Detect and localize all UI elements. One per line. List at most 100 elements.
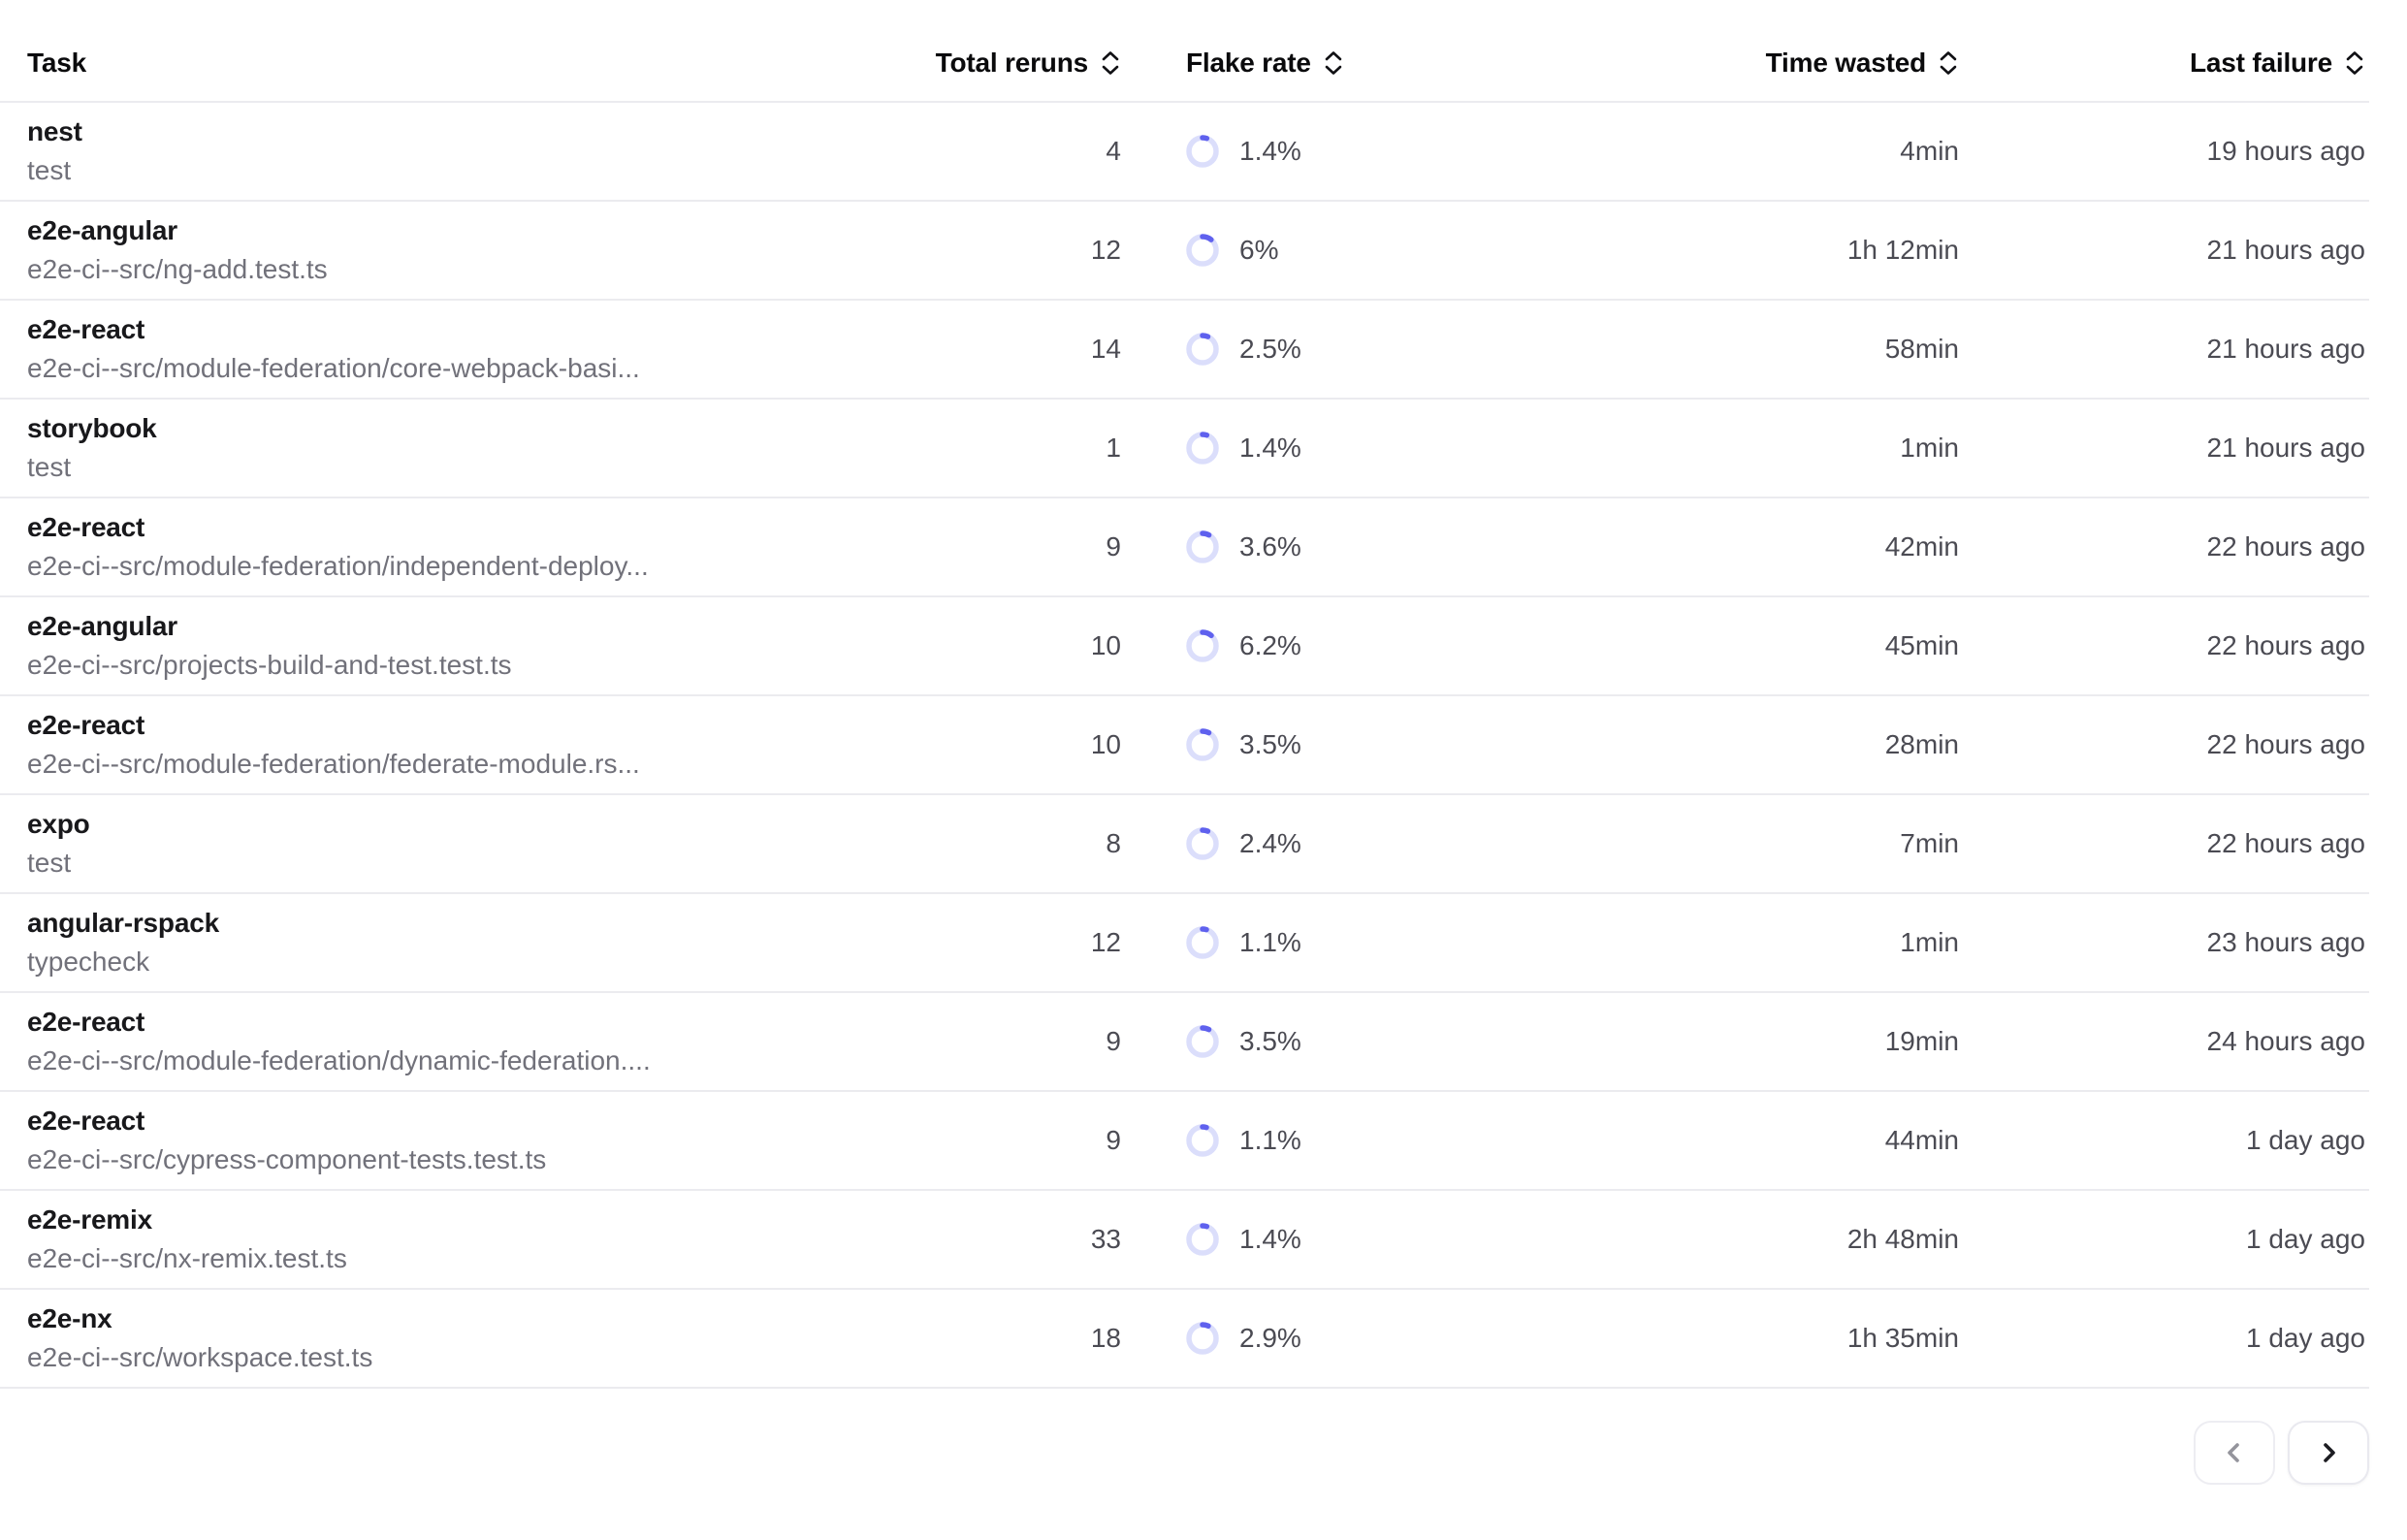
flake-rate-donut-icon — [1186, 432, 1219, 465]
last-failure-cell: 22 hours ago — [1959, 828, 2369, 859]
task-detail: e2e-ci--src/module-federation/independen… — [27, 547, 929, 586]
task-name: storybook — [27, 409, 966, 448]
last-failure-cell: 24 hours ago — [1959, 1026, 2369, 1057]
flake-rate-donut-icon — [1186, 1124, 1219, 1157]
time-wasted-cell: 1h 35min — [1559, 1323, 1959, 1354]
flake-rate-value: 6.2% — [1239, 630, 1301, 661]
time-wasted-cell: 1min — [1559, 927, 1959, 958]
total-reruns-cell: 33 — [966, 1224, 1121, 1255]
total-reruns-value: 9 — [1106, 531, 1121, 561]
total-reruns-cell: 10 — [966, 630, 1121, 661]
time-wasted-cell: 19min — [1559, 1026, 1959, 1057]
flake-rate-value: 3.6% — [1239, 531, 1301, 562]
chevron-left-icon — [2220, 1438, 2249, 1467]
total-reruns-cell: 12 — [966, 927, 1121, 958]
flake-rate-cell: 6.2% — [1121, 629, 1559, 662]
table-row[interactable]: e2e-angular e2e-ci--src/ng-add.test.ts 1… — [0, 202, 2369, 301]
last-failure-value: 23 hours ago — [2207, 927, 2365, 957]
task-name: e2e-angular — [27, 607, 966, 646]
task-name: e2e-react — [27, 706, 966, 745]
table-row[interactable]: e2e-angular e2e-ci--src/projects-build-a… — [0, 597, 2369, 696]
last-failure-value: 1 day ago — [2246, 1323, 2365, 1353]
table-row[interactable]: storybook test 1 1.4% 1min 21 hours ago — [0, 400, 2369, 498]
table-row[interactable]: expo test 8 2.4% 7min 22 hours ago — [0, 795, 2369, 894]
time-wasted-cell: 1h 12min — [1559, 235, 1959, 266]
flake-rate-cell: 1.1% — [1121, 926, 1559, 959]
table-row[interactable]: e2e-react e2e-ci--src/cypress-component-… — [0, 1092, 2369, 1191]
time-wasted-value: 2h 48min — [1847, 1224, 1959, 1254]
task-detail: typecheck — [27, 943, 929, 981]
time-wasted-cell: 2h 48min — [1559, 1224, 1959, 1255]
time-wasted-cell: 45min — [1559, 630, 1959, 661]
flake-rate-donut-icon — [1186, 333, 1219, 366]
time-wasted-value: 58min — [1885, 334, 1959, 364]
table-row[interactable]: e2e-nx e2e-ci--src/workspace.test.ts 18 … — [0, 1290, 2369, 1389]
flake-rate-value: 2.5% — [1239, 334, 1301, 365]
last-failure-cell: 22 hours ago — [1959, 531, 2369, 562]
table-row[interactable]: angular-rspack typecheck 12 1.1% 1min 23… — [0, 894, 2369, 993]
total-reruns-cell: 12 — [966, 235, 1121, 266]
flake-rate-donut-icon — [1186, 1322, 1219, 1355]
flake-rate-value: 6% — [1239, 235, 1278, 266]
flake-rate-cell: 2.4% — [1121, 827, 1559, 860]
flake-rate-donut-icon — [1186, 135, 1219, 168]
flake-rate-cell: 1.1% — [1121, 1124, 1559, 1157]
column-header-flake_rate[interactable]: Flake rate — [1121, 48, 1559, 79]
last-failure-value: 21 hours ago — [2207, 235, 2365, 265]
table-row[interactable]: e2e-react e2e-ci--src/module-federation/… — [0, 696, 2369, 795]
time-wasted-cell: 42min — [1559, 531, 1959, 562]
task-name: e2e-react — [27, 508, 966, 547]
column-header-label: Total reruns — [936, 48, 1088, 79]
total-reruns-value: 12 — [1091, 927, 1121, 957]
column-header-total_reruns[interactable]: Total reruns — [966, 48, 1121, 79]
last-failure-value: 22 hours ago — [2207, 828, 2365, 858]
next-page-button[interactable] — [2288, 1421, 2369, 1485]
time-wasted-cell: 1min — [1559, 433, 1959, 464]
flake-rate-donut-icon — [1186, 1223, 1219, 1256]
time-wasted-value: 1h 35min — [1847, 1323, 1959, 1353]
last-failure-cell: 21 hours ago — [1959, 334, 2369, 365]
time-wasted-value: 42min — [1885, 531, 1959, 561]
sort-chevrons-icon — [2344, 49, 2365, 77]
total-reruns-value: 10 — [1091, 630, 1121, 660]
task-detail: e2e-ci--src/module-federation/core-webpa… — [27, 349, 929, 388]
column-header-label: Flake rate — [1186, 48, 1311, 79]
task-name: expo — [27, 805, 966, 844]
time-wasted-value: 45min — [1885, 630, 1959, 660]
task-name: nest — [27, 112, 966, 151]
sort-chevrons-icon — [1100, 49, 1121, 77]
total-reruns-value: 8 — [1106, 828, 1121, 858]
total-reruns-cell: 18 — [966, 1323, 1121, 1354]
flake-rate-donut-icon — [1186, 728, 1219, 761]
task-name: e2e-react — [27, 310, 966, 349]
task-detail: test — [27, 448, 929, 487]
previous-page-button[interactable] — [2194, 1421, 2275, 1485]
task-name: e2e-react — [27, 1003, 966, 1042]
flake-rate-cell: 3.6% — [1121, 530, 1559, 563]
table-row[interactable]: e2e-react e2e-ci--src/module-federation/… — [0, 301, 2369, 400]
total-reruns-value: 12 — [1091, 235, 1121, 265]
sort-chevrons-icon — [1938, 49, 1959, 77]
time-wasted-cell: 28min — [1559, 729, 1959, 760]
time-wasted-value: 4min — [1900, 136, 1959, 166]
column-header-time_wasted[interactable]: Time wasted — [1559, 48, 1959, 79]
flake-rate-cell: 6% — [1121, 234, 1559, 267]
last-failure-cell: 22 hours ago — [1959, 729, 2369, 760]
last-failure-cell: 1 day ago — [1959, 1125, 2369, 1156]
total-reruns-value: 18 — [1091, 1323, 1121, 1353]
column-header-label: Last failure — [2190, 48, 2332, 79]
table-row[interactable]: nest test 4 1.4% 4min 19 hours ago — [0, 103, 2369, 202]
total-reruns-value: 9 — [1106, 1125, 1121, 1155]
total-reruns-value: 4 — [1106, 136, 1121, 166]
table-body: nest test 4 1.4% 4min 19 hours ago e2e-a… — [0, 103, 2369, 1389]
table-row[interactable]: e2e-react e2e-ci--src/module-federation/… — [0, 498, 2369, 597]
flake-rate-value: 1.1% — [1239, 1125, 1301, 1156]
table-row[interactable]: e2e-react e2e-ci--src/module-federation/… — [0, 993, 2369, 1092]
flake-rate-donut-icon — [1186, 827, 1219, 860]
task-name: e2e-nx — [27, 1299, 966, 1338]
chevron-right-icon — [2314, 1438, 2343, 1467]
last-failure-cell: 1 day ago — [1959, 1323, 2369, 1354]
column-header-last_failure[interactable]: Last failure — [1959, 48, 2369, 79]
table-row[interactable]: e2e-remix e2e-ci--src/nx-remix.test.ts 3… — [0, 1191, 2369, 1290]
time-wasted-value: 1min — [1900, 433, 1959, 463]
